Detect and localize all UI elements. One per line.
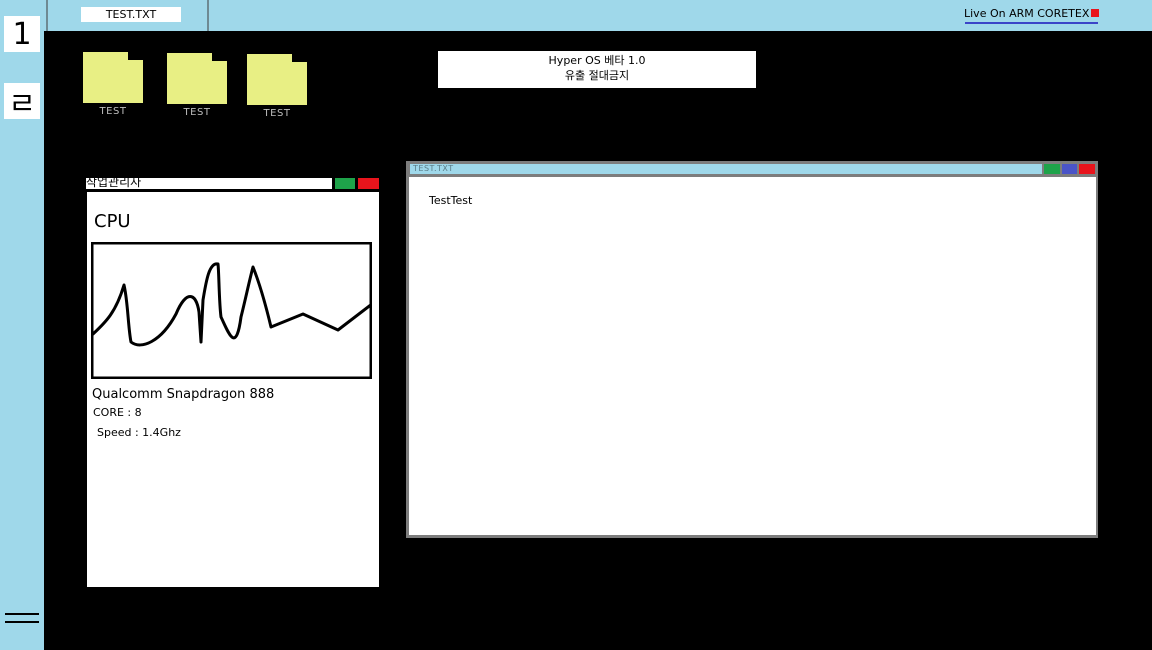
status-indicator-icon <box>1091 9 1099 17</box>
folder-label: TEST <box>263 108 291 119</box>
editor-maximize-button[interactable] <box>1062 164 1077 174</box>
editor-content[interactable]: TestTest <box>429 194 472 207</box>
editor-close-button[interactable] <box>1079 164 1095 174</box>
cpu-usage-graph <box>91 242 372 379</box>
task-manager-title: 작업관리자 <box>86 178 142 189</box>
folder-label: TEST <box>99 106 127 117</box>
notice-title: Hyper OS 베타 1.0 <box>548 54 646 67</box>
editor-text-area[interactable] <box>409 177 1096 535</box>
digit-one-icon: 1 <box>12 16 32 52</box>
task-manager-titlebar[interactable]: 작업관리자 <box>86 178 332 189</box>
folder-label: TEST <box>183 107 211 118</box>
status-text: Live On ARM CORETEX <box>964 7 1090 20</box>
dock-button-2[interactable]: ㄹ <box>4 83 40 122</box>
editor-titlebar[interactable] <box>410 164 1042 174</box>
korean-rieul-icon: ㄹ <box>8 87 36 122</box>
os-notice: Hyper OS 베타 1.0 유출 절대금지 <box>438 51 756 88</box>
cpu-heading: CPU <box>94 211 131 232</box>
task-manager-close-button[interactable] <box>358 178 379 189</box>
dock-button-1[interactable]: 1 <box>4 16 40 52</box>
cpu-speed: Speed : 1.4Ghz <box>97 426 181 439</box>
folder-test-2[interactable]: TEST <box>167 53 227 123</box>
folder-test-1[interactable]: TEST <box>83 52 143 122</box>
hamburger-menu-icon[interactable] <box>5 613 39 625</box>
cpu-model: Qualcomm Snapdragon 888 <box>92 387 275 402</box>
taskbar-tab-label[interactable]: TEST.TXT <box>81 7 181 22</box>
cpu-cores: CORE : 8 <box>93 406 142 419</box>
status-underline <box>965 22 1098 24</box>
editor-minimize-button[interactable] <box>1044 164 1060 174</box>
editor-title: TEST.TXT <box>413 164 454 173</box>
task-manager-minimize-button[interactable] <box>335 178 355 189</box>
folder-test-3[interactable]: TEST <box>247 54 307 124</box>
notice-warning: 유출 절대금지 <box>564 69 630 82</box>
